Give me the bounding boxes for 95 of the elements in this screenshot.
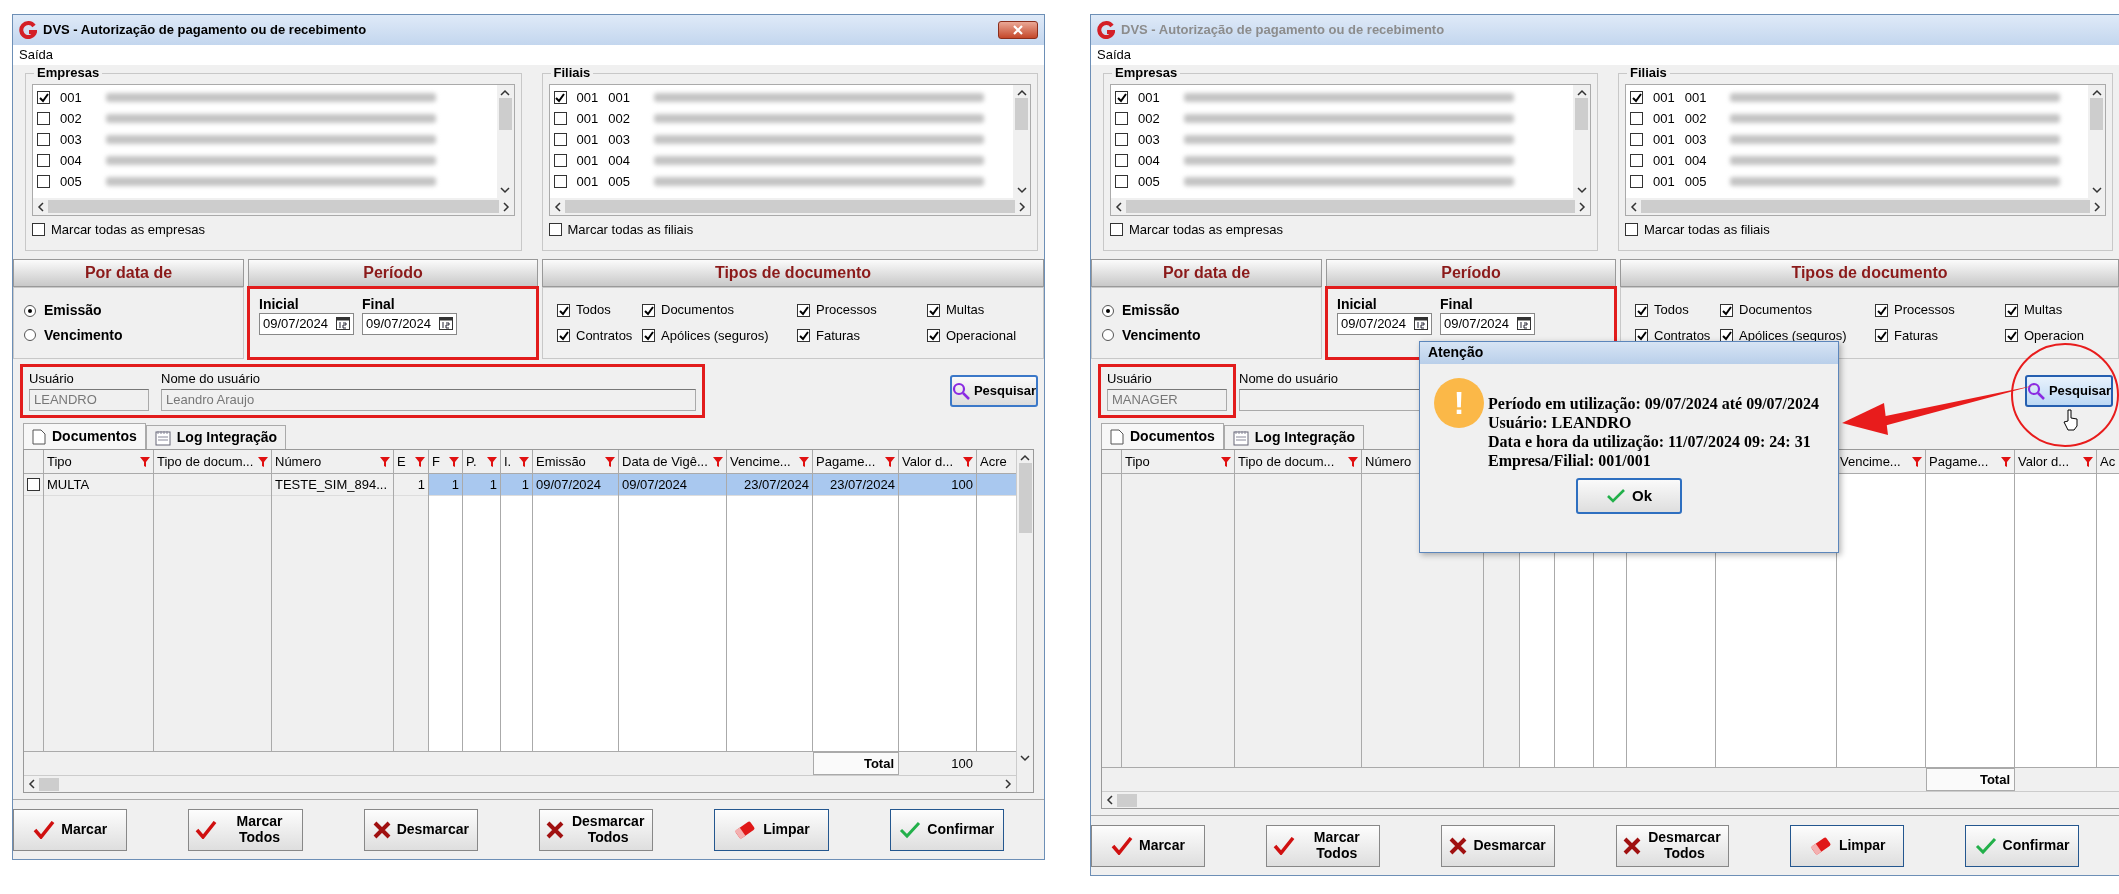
item-code: 001 [576, 131, 599, 148]
checkbox-label: Marcar todas as filiais [1644, 222, 1770, 238]
section-header: Tipos de documento [1620, 259, 2119, 287]
branch-code: 002 [1684, 110, 1707, 127]
item-code: 002 [60, 110, 82, 127]
checkbox-label: Contratos [1654, 328, 1711, 344]
item-code: 001 [576, 173, 599, 190]
table-cell: 09/07/2024 [533, 474, 618, 496]
window-title: DVS - Autorização de pagamento ou de recebimento [43, 22, 367, 38]
radio-label: Emissão [1122, 302, 1180, 319]
table-cell: 1 [463, 474, 500, 496]
section-header: Por data de [1091, 259, 1322, 287]
item-code: 001 [1653, 89, 1675, 106]
branch-code: 001 [1684, 89, 1707, 106]
warning-icon: ! [1434, 378, 1484, 428]
total-label: Total [1926, 768, 2015, 791]
table-cell: 1 [429, 474, 462, 496]
radio-label: Vencimento [1122, 327, 1201, 344]
checkbox-label: Marcar todas as filiais [567, 222, 694, 238]
table-cell: 23/07/2024 [727, 474, 812, 496]
message-line: Usuário: LEANDRO [1488, 413, 1633, 432]
table-cell: 1 [394, 474, 428, 496]
item-code: 003 [1138, 131, 1160, 148]
field-label: Inicial [259, 296, 300, 313]
item-code: 001 [1653, 152, 1675, 169]
branch-code: 003 [1684, 131, 1707, 148]
window-title: DVS - Autorização de pagamento ou de recebimento [1121, 22, 1445, 38]
radio-label: Emissão [44, 302, 102, 319]
checkbox-label: Operacional [946, 328, 1017, 344]
item-code: 001 [1653, 173, 1675, 190]
branch-code: 004 [608, 152, 630, 169]
field-label: Nome do usuário [1239, 370, 1339, 387]
checkbox-label: Documentos [1739, 302, 1812, 318]
dialog-title: Atenção [1420, 342, 1838, 364]
table-cell: 09/07/2024 [619, 474, 726, 496]
section-header: Tipos de documento [542, 259, 1044, 287]
item-code: 001 [576, 152, 599, 169]
checkbox-label: Todos [576, 302, 611, 318]
item-code: 002 [1138, 110, 1160, 127]
table-cell: MULTA [44, 474, 153, 496]
item-code: 001 [1653, 131, 1675, 148]
checkbox-label: Faturas [1894, 328, 1939, 344]
field-label: Nome do usuário [161, 370, 261, 387]
item-code: 004 [60, 152, 82, 169]
date-value: 09/07/2024 [366, 316, 432, 332]
table-cell: 23/07/2024 [813, 474, 898, 496]
item-code: 001 [576, 89, 599, 106]
table-cell: TESTE_SIM_894... [272, 474, 393, 496]
checkbox-label: Marcar todas as empresas [1129, 222, 1283, 238]
item-code: 001 [60, 89, 82, 106]
item-code: 004 [1138, 152, 1160, 169]
message-line: Empresa/Filial: 001/001 [1488, 451, 1652, 470]
date-value: 09/07/2024 [1341, 316, 1407, 332]
date-value: 09/07/2024 [1444, 316, 1510, 332]
item-code: 001 [1138, 89, 1160, 106]
item-code: 003 [60, 131, 82, 148]
total-value: 100 [951, 755, 973, 772]
field-label: Final [362, 296, 396, 313]
checkbox-label: Marcar todas as empresas [51, 222, 205, 238]
total-label: Total [813, 752, 899, 775]
branch-code: 005 [1684, 173, 1707, 190]
table-cell: 100 [899, 474, 976, 496]
branch-code: 003 [608, 131, 630, 148]
item-code: 005 [60, 173, 82, 190]
group-title: Empresas [34, 65, 103, 81]
item-code: 001 [1653, 110, 1675, 127]
branch-code: 002 [608, 110, 630, 127]
date-value: 09/07/2024 [263, 316, 329, 332]
message-line: Data e hora da utilização: 11/07/2024 09: 24: 31 [1488, 432, 1812, 451]
branch-code: 004 [1684, 152, 1707, 169]
group-title: Empresas [1112, 65, 1181, 81]
section-header: Período [1326, 259, 1616, 287]
message-line: Período em utilização: 09/07/2024 até 09/07/2024 [1488, 394, 1820, 413]
checkbox-label: Contratos [576, 328, 633, 344]
checkbox-label: Multas [946, 302, 985, 318]
table-cell: 1 [501, 474, 532, 496]
field-label: Usuário [1107, 370, 1153, 387]
branch-code: 001 [608, 89, 630, 106]
branch-code: 005 [608, 173, 630, 190]
field-label: Usuário [29, 370, 75, 387]
item-code: 005 [1138, 173, 1160, 190]
checkbox-label: Operacion [2024, 328, 2084, 344]
checkbox-label: Apólices (seguros) [661, 328, 769, 344]
field-label: Final [1440, 296, 1474, 313]
section-header: Período [248, 259, 538, 287]
radio-label: Vencimento [44, 327, 123, 344]
field-label: Inicial [1337, 296, 1378, 313]
section-header: Por data de [13, 259, 244, 287]
checkbox-label: Documentos [661, 302, 734, 318]
checkbox-label: Faturas [816, 328, 861, 344]
checkbox-label: Todos [1654, 302, 1689, 318]
checkbox-label: Multas [2024, 302, 2063, 318]
checkbox-label: Processos [1894, 302, 1955, 318]
item-code: 001 [576, 110, 599, 127]
checkbox-label: Processos [816, 302, 877, 318]
